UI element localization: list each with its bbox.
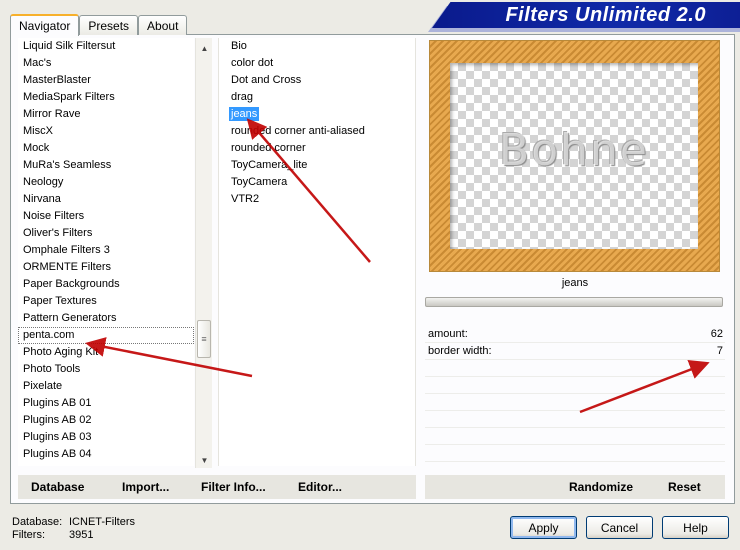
category-item[interactable]: Pixelate bbox=[18, 378, 194, 395]
preview-watermark: Bohne bbox=[499, 125, 649, 176]
database-label: Database: bbox=[12, 516, 63, 528]
category-item[interactable]: Neology bbox=[18, 174, 194, 191]
filter-item[interactable]: Dot and Cross bbox=[219, 72, 415, 89]
filter-item[interactable]: drag bbox=[219, 89, 415, 106]
filter-item-selected[interactable]: jeans bbox=[219, 106, 415, 123]
parameter-button-bar: Randomize Reset bbox=[425, 475, 725, 499]
category-item[interactable]: Mock bbox=[18, 140, 194, 157]
param-row-empty bbox=[425, 445, 725, 462]
database-button[interactable]: Database bbox=[31, 480, 84, 494]
category-item[interactable]: MiscX bbox=[18, 123, 194, 140]
editor-button[interactable]: Editor... bbox=[298, 480, 342, 494]
randomize-button[interactable]: Randomize bbox=[569, 480, 633, 494]
filter-item-label: color dot bbox=[231, 57, 274, 69]
database-value: ICNET-Filters bbox=[69, 516, 135, 528]
category-item[interactable]: Oliver's Filters bbox=[18, 225, 194, 242]
filter-item-label: VTR2 bbox=[231, 193, 260, 205]
param-row-empty bbox=[425, 394, 725, 411]
param-row-empty bbox=[425, 377, 725, 394]
param-label: border width: bbox=[428, 345, 492, 357]
category-item[interactable]: Mirror Rave bbox=[18, 106, 194, 123]
import-button[interactable]: Import... bbox=[122, 480, 169, 494]
filter-item-label: Bio bbox=[231, 40, 247, 52]
filter-item[interactable]: VTR2 bbox=[219, 191, 415, 208]
scroll-thumb[interactable]: ≡ bbox=[197, 320, 211, 358]
category-item[interactable]: MediaSpark Filters bbox=[18, 89, 194, 106]
param-row-amount[interactable]: amount: 62 bbox=[425, 326, 725, 343]
category-item[interactable]: Noise Filters bbox=[18, 208, 194, 225]
reset-button[interactable]: Reset bbox=[668, 480, 701, 494]
tab-navigator[interactable]: Navigator bbox=[10, 14, 80, 36]
filter-item-label: drag bbox=[231, 91, 254, 103]
category-item[interactable]: Plugins AB 02 bbox=[18, 412, 194, 429]
category-item-selected[interactable]: penta.com bbox=[18, 327, 194, 344]
param-value[interactable]: 7 bbox=[717, 345, 723, 357]
filter-item[interactable]: ToyCamera bbox=[219, 174, 415, 191]
category-list[interactable]: Liquid Silk Filtersut Mac's MasterBlaste… bbox=[18, 38, 194, 466]
category-item[interactable]: Plugins AB 03 bbox=[18, 429, 194, 446]
category-item[interactable]: MuRa's Seamless bbox=[18, 157, 194, 174]
filter-item-label: ToyCamera_lite bbox=[231, 159, 308, 171]
category-item[interactable]: Paper Textures bbox=[18, 293, 194, 310]
category-item[interactable]: MasterBlaster bbox=[18, 72, 194, 89]
database-info: Database: ICNET-Filters Filters: 3951 bbox=[12, 516, 135, 542]
category-item[interactable]: Photo Tools bbox=[18, 361, 194, 378]
navigator-button-bar: Database Import... Filter Info... Editor… bbox=[18, 475, 416, 499]
filter-info-button[interactable]: Filter Info... bbox=[201, 480, 266, 494]
param-label: amount: bbox=[428, 328, 468, 340]
preview-image: Bohne bbox=[429, 40, 720, 272]
cancel-button[interactable]: Cancel bbox=[586, 516, 653, 539]
filter-item[interactable]: ToyCamera_lite bbox=[219, 157, 415, 174]
preview-canvas: Bohne bbox=[450, 63, 698, 249]
category-item[interactable]: Liquid Silk Filtersut bbox=[18, 38, 194, 55]
parameter-list: amount: 62 border width: 7 bbox=[425, 326, 725, 471]
param-row-empty bbox=[425, 428, 725, 445]
filter-item-label: rounded corner anti-aliased bbox=[231, 125, 365, 137]
filter-item[interactable]: rounded corner bbox=[219, 140, 415, 157]
category-item[interactable]: Nirvana bbox=[18, 191, 194, 208]
filter-item-label: jeans bbox=[229, 107, 260, 121]
filter-item[interactable]: Bio bbox=[219, 38, 415, 55]
filters-count-label: Filters: bbox=[12, 529, 45, 541]
filters-count-value: 3951 bbox=[69, 529, 94, 541]
scroll-down-icon[interactable]: ▼ bbox=[196, 452, 213, 469]
category-item[interactable]: Plugins AB 04 bbox=[18, 446, 194, 463]
param-row-empty bbox=[425, 360, 725, 377]
preview-zoom-slider[interactable] bbox=[425, 297, 723, 307]
category-item[interactable]: Photo Aging Kit bbox=[18, 344, 194, 361]
param-value[interactable]: 62 bbox=[711, 328, 723, 340]
category-item[interactable]: ORMENTE Filters bbox=[18, 259, 194, 276]
filter-item[interactable]: color dot bbox=[219, 55, 415, 72]
apply-button[interactable]: Apply bbox=[510, 516, 577, 539]
tab-bar: Navigator Presets About bbox=[10, 13, 188, 36]
app-title: Filters Unlimited 2.0 bbox=[505, 3, 706, 26]
category-item[interactable]: Mac's bbox=[18, 55, 194, 72]
category-item[interactable]: Pattern Generators bbox=[18, 310, 194, 327]
category-item[interactable]: Omphale Filters 3 bbox=[18, 242, 194, 259]
tab-presets[interactable]: Presets bbox=[79, 15, 139, 35]
current-filter-label: jeans bbox=[561, 277, 589, 289]
category-item[interactable]: Paper Backgrounds bbox=[18, 276, 194, 293]
param-row-border-width[interactable]: border width: 7 bbox=[425, 343, 725, 360]
category-scrollbar[interactable]: ▲ ≡ ▼ bbox=[195, 38, 212, 468]
filter-item[interactable]: rounded corner anti-aliased bbox=[219, 123, 415, 140]
help-button[interactable]: Help bbox=[662, 516, 729, 539]
app-title-banner: Filters Unlimited 2.0 bbox=[432, 2, 740, 28]
tab-about[interactable]: About bbox=[138, 15, 188, 35]
category-item[interactable]: Plugins AB 01 bbox=[18, 395, 194, 412]
filter-item-label: Dot and Cross bbox=[231, 74, 302, 86]
filter-item-label: ToyCamera bbox=[231, 176, 288, 188]
param-row-empty bbox=[425, 411, 725, 428]
filter-item-label: rounded corner bbox=[231, 142, 306, 154]
scroll-up-icon[interactable]: ▲ bbox=[196, 40, 213, 57]
filter-list[interactable]: Bio color dot Dot and Cross drag jeans r… bbox=[218, 38, 416, 466]
